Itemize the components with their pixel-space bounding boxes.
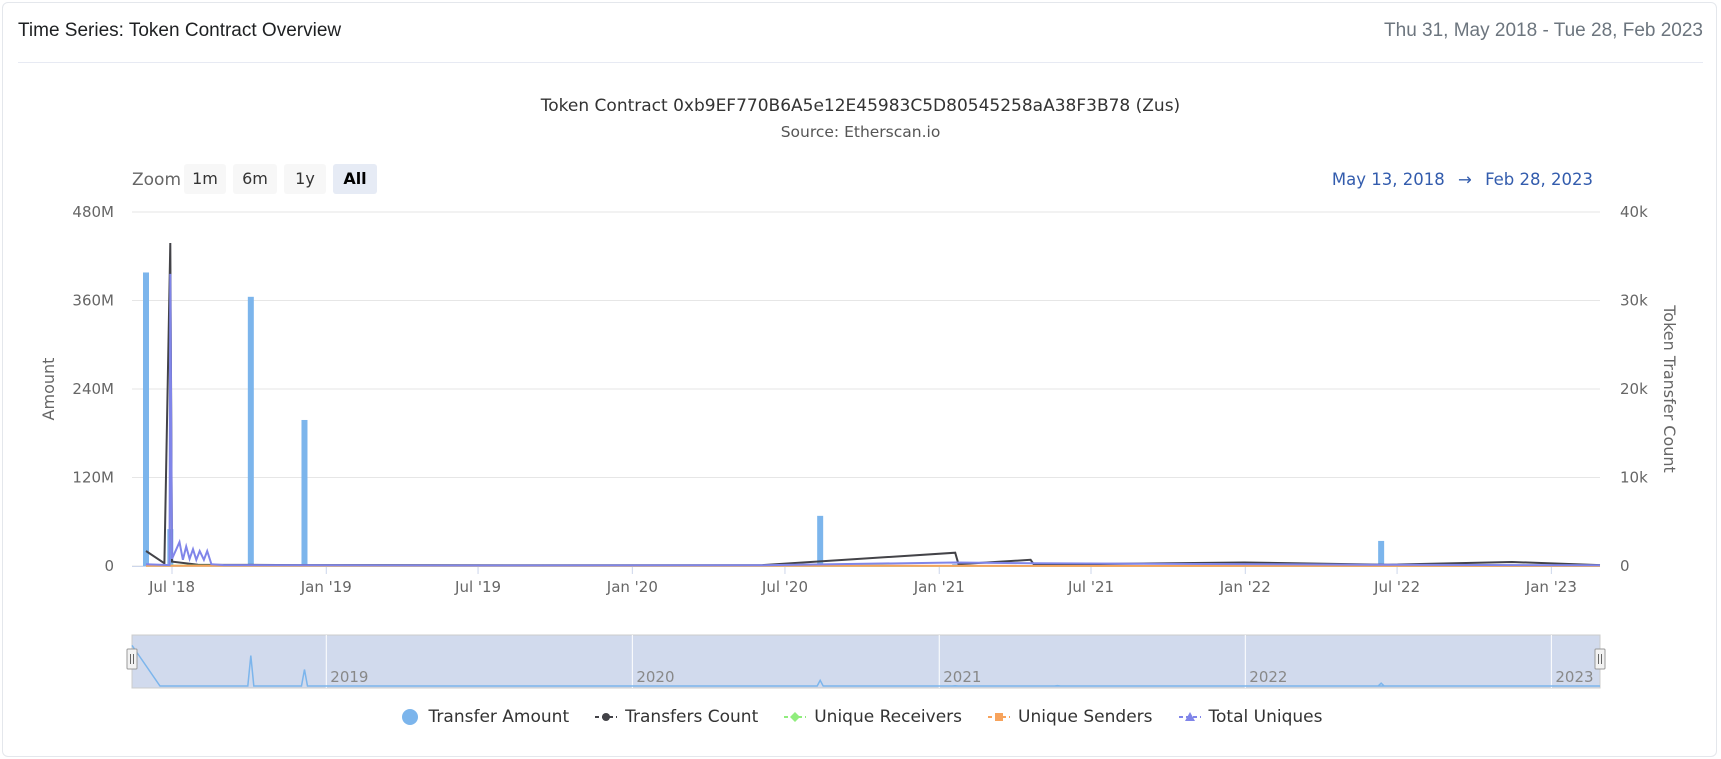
transfer-amount-bar — [1378, 540, 1385, 566]
navigator-year-label: 2021 — [943, 668, 981, 686]
legend-item-transfers-count[interactable]: Transfers Count — [595, 707, 758, 727]
x-tick-label: Jul '20 — [761, 578, 808, 596]
legend-item-transfer-amount[interactable]: Transfer Amount — [399, 707, 570, 727]
series-line-transfers-count — [145, 242, 1601, 567]
x-tick-label: Jan '22 — [1219, 578, 1271, 596]
x-tick-label: Jan '20 — [606, 578, 658, 596]
x-tick-label: Jan '21 — [913, 578, 965, 596]
transfer-amount-bar — [143, 272, 149, 566]
transfer-amount-bar — [301, 419, 308, 566]
y-left-tick-label: 480M — [72, 203, 114, 221]
navigator-left-handle[interactable] — [126, 648, 138, 670]
legend-label: Transfers Count — [625, 707, 759, 727]
navigator-right-handle[interactable] — [1594, 648, 1606, 670]
legend-item-unique-senders[interactable]: Unique Senders — [988, 707, 1153, 727]
legend-label: Unique Receivers — [814, 707, 963, 727]
legend-label: Unique Senders — [1018, 707, 1153, 727]
x-tick-label: Jan '23 — [1525, 578, 1577, 596]
transfer-amount-bar — [247, 296, 254, 566]
y-right-tick-label: 0 — [1620, 557, 1630, 575]
legend-line-diamond-icon — [784, 709, 807, 725]
y-right-tick-label: 40k — [1620, 203, 1648, 221]
y-right-tick-label: 10k — [1620, 469, 1648, 487]
x-tick-label: Jul '22 — [1373, 578, 1420, 596]
y-left-tick-label: 360M — [72, 292, 114, 310]
y-left-axis-title: Amount — [39, 358, 58, 421]
x-tick-label: Jul '19 — [454, 578, 501, 596]
chart-svg: 0 120M 240M 360M 480M 0 10k 20k 30k 40k Amount Toke… — [39, 203, 1679, 689]
y-right-axis-title: Token Transfer Count — [1660, 304, 1679, 473]
legend-line-circle-icon — [595, 709, 618, 725]
legend-item-total-uniques[interactable]: Total Uniques — [1178, 707, 1323, 727]
legend-item-unique-receivers[interactable]: Unique Receivers — [784, 707, 962, 727]
legend-line-triangle-icon — [1178, 709, 1201, 725]
navigator-year-label: 2023 — [1555, 668, 1593, 686]
navigator-year-label: 2019 — [330, 668, 368, 686]
y-left-tick-label: 240M — [72, 380, 114, 398]
x-tick-label: Jul '18 — [148, 578, 195, 596]
y-left-tick-label: 120M — [72, 469, 114, 487]
legend-label: Total Uniques — [1208, 707, 1323, 727]
y-left-tick-label: 0 — [104, 557, 114, 575]
transfer-amount-bar — [817, 515, 824, 566]
x-tick-label: Jul '21 — [1067, 578, 1114, 596]
y-right-tick-label: 20k — [1620, 380, 1648, 398]
legend: Transfer Amount Transfers Count Unique R… — [0, 707, 1721, 727]
y-right-tick-label: 30k — [1620, 292, 1648, 310]
legend-circle-icon — [399, 709, 421, 725]
navigator-year-label: 2020 — [636, 668, 674, 686]
x-tick-label: Jan '19 — [300, 578, 352, 596]
legend-line-square-icon — [988, 709, 1011, 725]
legend-label: Transfer Amount — [428, 707, 570, 727]
navigator-year-label: 2022 — [1249, 668, 1287, 686]
series-line-total-uniques — [145, 273, 1601, 567]
